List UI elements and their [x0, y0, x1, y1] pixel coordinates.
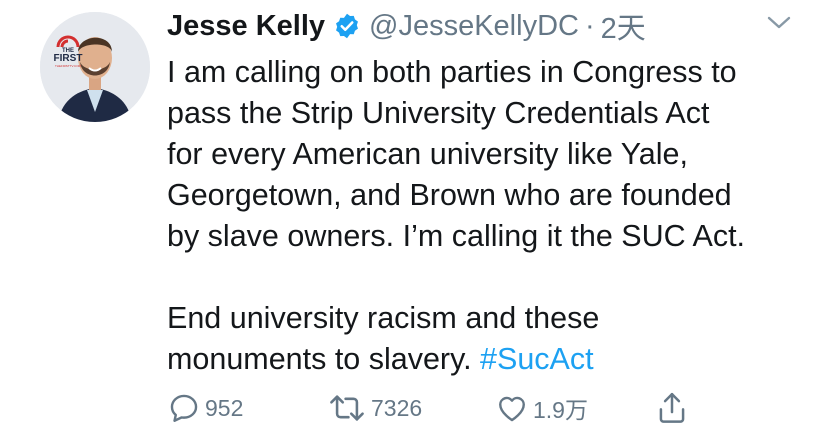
- retweet-button[interactable]: 7326: [327, 388, 422, 428]
- tweet-text-line: pass the Strip University Credentials Ac…: [167, 96, 710, 130]
- like-button[interactable]: 1.9万: [495, 388, 588, 428]
- share-icon: [655, 390, 689, 426]
- tweet-actions: 952 7326 1.9万: [0, 388, 828, 428]
- like-count: 1.9万: [533, 397, 588, 423]
- tweet-text: I am calling on both parties in Congress…: [167, 52, 807, 380]
- verified-badge-icon: [333, 12, 361, 40]
- tweet-text-line: I am calling on both parties in Congress…: [167, 55, 737, 89]
- heart-icon: [495, 391, 529, 425]
- share-button[interactable]: [655, 388, 689, 428]
- tweet-text-line: for every American university like Yale,: [167, 137, 688, 171]
- signal-logo-icon: [56, 35, 80, 48]
- badge-logo: THE FIRST THEFIRSTTV.COM: [50, 34, 86, 74]
- tweet-text-line: End university racism and these: [167, 301, 600, 335]
- retweet-count: 7326: [371, 394, 423, 421]
- retweet-icon: [327, 391, 367, 425]
- badge-text-first: FIRST: [53, 53, 83, 64]
- hashtag-link[interactable]: #SucAct: [480, 342, 594, 376]
- tweet-text-last-line: monuments to slavery. #SucAct: [167, 339, 807, 380]
- author-handle[interactable]: @JesseKellyDC: [369, 10, 579, 43]
- tweet-time[interactable]: 2天: [601, 5, 646, 47]
- reply-button[interactable]: 952: [167, 388, 243, 428]
- badge-text-url: THEFIRSTTV.COM: [54, 64, 82, 68]
- avatar[interactable]: THE FIRST THEFIRSTTV.COM: [40, 12, 150, 122]
- chevron-down-icon[interactable]: [764, 12, 794, 34]
- reply-count: 952: [205, 394, 244, 421]
- tweet-text-line: by slave owners. I’m calling it the SUC …: [167, 219, 746, 253]
- author-name[interactable]: Jesse Kelly: [167, 10, 325, 43]
- tweet-header: Jesse Kelly @JesseKellyDC · 2天: [167, 6, 646, 46]
- tweet-text-line: Georgetown, and Brown who are founded: [167, 178, 732, 212]
- tweet-card[interactable]: THE FIRST THEFIRSTTV.COM Jesse Kelly @Je…: [0, 0, 828, 441]
- separator-dot: ·: [584, 9, 595, 42]
- tweet-text-segment: monuments to slavery.: [167, 342, 481, 376]
- reply-icon: [167, 391, 201, 425]
